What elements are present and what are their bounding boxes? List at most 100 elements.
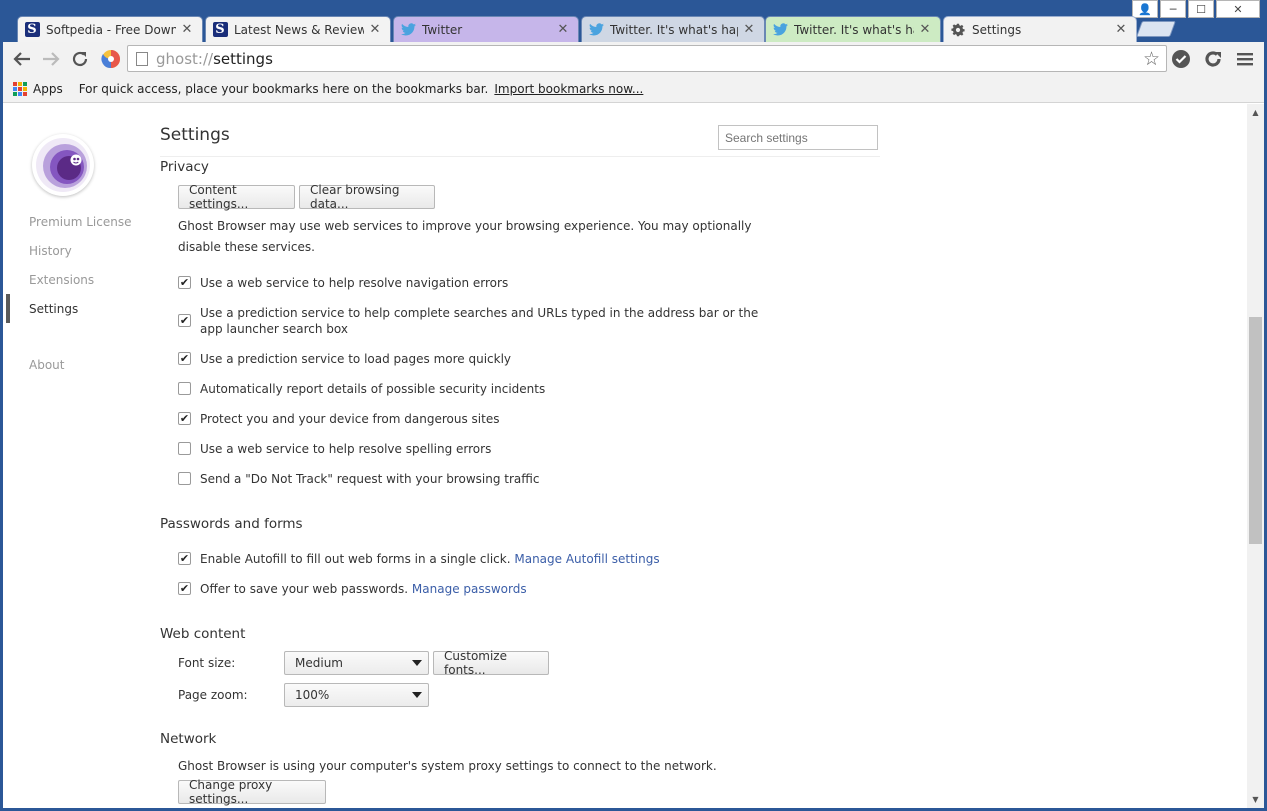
checkbox[interactable]: ✔ xyxy=(178,552,191,565)
softpedia-icon: S xyxy=(212,22,228,38)
url-scheme: ghost:// xyxy=(156,49,214,68)
sidebar-item-settings[interactable]: Settings xyxy=(29,302,78,316)
checkbox[interactable]: ✔ xyxy=(178,582,191,595)
apps-icon[interactable] xyxy=(13,82,27,96)
checkbox[interactable]: ✔ xyxy=(178,412,191,425)
option-spelling-errors[interactable]: Use a web service to help resolve spelli… xyxy=(178,441,778,457)
tab-latest-news[interactable]: S Latest News & Reviews b ✕ xyxy=(205,16,391,42)
save-passwords-label: Offer to save your web passwords. xyxy=(200,582,409,596)
tab-title: Latest News & Reviews b xyxy=(234,22,364,37)
customize-fonts-button[interactable]: Customize fonts... xyxy=(433,649,549,677)
sidebar-item-extensions[interactable]: Extensions xyxy=(29,273,94,287)
checkmark-extension-icon[interactable] xyxy=(1171,49,1191,69)
chevron-down-icon xyxy=(412,660,422,666)
sidebar-item-about[interactable]: About xyxy=(29,358,64,372)
option-save-passwords[interactable]: ✔ Offer to save your web passwords. Mana… xyxy=(178,581,778,597)
sidebar-item-history[interactable]: History xyxy=(29,244,72,258)
network-description: Ghost Browser is using your computer's s… xyxy=(178,759,717,773)
toolbar: ghost://settings ☆ xyxy=(3,42,1264,76)
close-icon[interactable]: ✕ xyxy=(368,22,382,37)
close-icon[interactable]: ✕ xyxy=(918,22,932,37)
manage-passwords-link[interactable]: Manage passwords xyxy=(412,582,527,596)
checkbox[interactable]: ✔ xyxy=(178,276,191,289)
option-label: Automatically report details of possible… xyxy=(200,382,546,396)
maximize-button[interactable]: ☐ xyxy=(1188,0,1214,18)
option-security-incidents[interactable]: Automatically report details of possible… xyxy=(178,381,778,397)
tab-twitter[interactable]: Twitter ✕ xyxy=(393,16,579,42)
tab-twitter-3[interactable]: Twitter. It's what's happe ✕ xyxy=(765,16,941,42)
tab-strip: S Softpedia - Free Downlo ✕ S Latest New… xyxy=(3,0,1264,42)
checkbox[interactable] xyxy=(178,472,191,485)
minimize-button[interactable]: ─ xyxy=(1160,0,1186,18)
privacy-description: Ghost Browser may use web services to im… xyxy=(178,219,752,254)
checkbox[interactable]: ✔ xyxy=(178,314,191,327)
reload-button[interactable] xyxy=(69,48,91,70)
close-window-button[interactable]: ✕ xyxy=(1216,0,1260,18)
option-label: Enable Autofill to fill out web forms in… xyxy=(200,551,660,567)
gear-icon xyxy=(950,22,966,38)
bookmark-star-icon[interactable]: ☆ xyxy=(1143,48,1160,70)
change-proxy-settings-button[interactable]: Change proxy settings... xyxy=(178,778,326,806)
font-size-select[interactable]: Medium xyxy=(284,651,429,675)
option-label: Offer to save your web passwords. Manage… xyxy=(200,581,527,597)
checkbox[interactable] xyxy=(178,442,191,455)
clear-browsing-data-button[interactable]: Clear browsing data... xyxy=(299,183,435,211)
page-zoom-select[interactable]: 100% xyxy=(284,683,429,707)
option-navigation-errors[interactable]: ✔ Use a web service to help resolve navi… xyxy=(178,275,778,291)
close-icon[interactable]: ✕ xyxy=(180,22,194,37)
user-icon[interactable]: 👤 xyxy=(1132,0,1158,18)
scroll-down-arrow[interactable]: ▼ xyxy=(1247,791,1264,808)
option-label: Send a "Do Not Track" request with your … xyxy=(200,472,540,486)
option-prediction-load[interactable]: ✔ Use a prediction service to load pages… xyxy=(178,351,778,367)
import-bookmarks-link[interactable]: Import bookmarks now... xyxy=(494,82,643,96)
close-icon[interactable]: ✕ xyxy=(742,22,756,37)
back-button[interactable] xyxy=(11,48,33,70)
section-network-title: Network xyxy=(160,731,217,747)
twitter-icon xyxy=(772,22,788,38)
font-size-label: Font size: xyxy=(178,656,236,670)
refresh-extension-icon[interactable] xyxy=(1203,49,1223,69)
page-zoom-label: Page zoom: xyxy=(178,688,248,702)
option-dangerous-sites[interactable]: ✔ Protect you and your device from dange… xyxy=(178,411,778,427)
close-icon[interactable]: ✕ xyxy=(556,22,570,37)
divider xyxy=(160,156,880,157)
checkbox[interactable] xyxy=(178,382,191,395)
search-settings-input[interactable] xyxy=(718,125,878,150)
tab-softpedia[interactable]: S Softpedia - Free Downlo ✕ xyxy=(17,16,203,42)
menu-icon[interactable] xyxy=(1235,49,1255,69)
twitter-icon xyxy=(588,22,604,38)
option-prediction-search[interactable]: ✔ Use a prediction service to help compl… xyxy=(178,305,768,337)
address-bar[interactable]: ghost://settings ☆ xyxy=(127,45,1167,72)
active-nav-indicator xyxy=(6,294,10,323)
option-label: Use a prediction service to load pages m… xyxy=(200,352,512,366)
option-label: Use a web service to help resolve naviga… xyxy=(200,276,509,290)
page-scrollbar[interactable]: ▲ ▼ xyxy=(1247,104,1264,808)
tab-twitter-2[interactable]: Twitter. It's what's happe ✕ xyxy=(581,16,765,42)
tab-title: Settings xyxy=(972,22,1022,37)
apps-link[interactable]: Apps xyxy=(33,82,63,96)
url-path: settings xyxy=(213,49,273,68)
option-do-not-track[interactable]: Send a "Do Not Track" request with your … xyxy=(178,471,778,487)
tab-title: Softpedia - Free Downlo xyxy=(46,22,176,37)
close-icon[interactable]: ✕ xyxy=(1114,22,1128,37)
chevron-down-icon xyxy=(412,692,422,698)
sidebar-item-premium-license[interactable]: Premium License xyxy=(29,215,131,229)
checkbox[interactable]: ✔ xyxy=(178,352,191,365)
tab-settings[interactable]: Settings ✕ xyxy=(943,16,1137,42)
scroll-up-arrow[interactable]: ▲ xyxy=(1247,104,1264,121)
option-autofill[interactable]: ✔ Enable Autofill to fill out web forms … xyxy=(178,551,778,567)
forward-button[interactable] xyxy=(40,48,62,70)
option-label: Use a prediction service to help complet… xyxy=(200,306,759,336)
page-zoom-value: 100% xyxy=(295,688,330,702)
page-title: Settings xyxy=(160,125,230,145)
section-privacy-title: Privacy xyxy=(160,159,209,175)
option-label: Use a web service to help resolve spelli… xyxy=(200,442,492,456)
scrollbar-thumb[interactable] xyxy=(1249,317,1262,544)
ghost-sessions-icon[interactable] xyxy=(100,48,122,70)
settings-page: Premium License History Extensions Setti… xyxy=(3,104,1247,808)
section-passwords-title: Passwords and forms xyxy=(160,516,303,532)
content-settings-button[interactable]: Content settings... xyxy=(178,183,295,211)
autofill-label: Enable Autofill to fill out web forms in… xyxy=(200,552,511,566)
manage-autofill-link[interactable]: Manage Autofill settings xyxy=(514,552,659,566)
new-tab-button[interactable] xyxy=(1136,21,1176,37)
